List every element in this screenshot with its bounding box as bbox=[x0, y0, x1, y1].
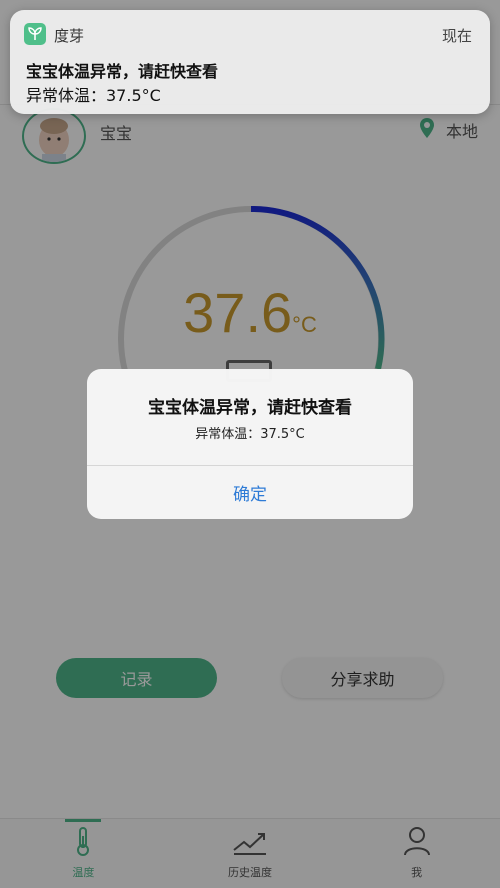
app-sprout-icon bbox=[24, 23, 46, 45]
notification-app-name: 度芽 bbox=[54, 27, 85, 45]
alert-dialog: 宝宝体温异常，请赶快查看 异常体温：37.5°C 确定 bbox=[87, 369, 413, 519]
confirm-button[interactable]: 确定 bbox=[87, 466, 413, 519]
alert-message: 异常体温：37.5°C bbox=[195, 427, 305, 442]
notification-time: 现在 bbox=[441, 27, 472, 45]
alert-title: 宝宝体温异常，请赶快查看 bbox=[148, 398, 352, 418]
push-notification[interactable]: 度芽 现在 宝宝体温异常，请赶快查看 异常体温：37.5°C bbox=[10, 10, 490, 114]
notification-body: 异常体温：37.5°C bbox=[26, 86, 161, 105]
notification-title: 宝宝体温异常，请赶快查看 bbox=[26, 62, 219, 81]
